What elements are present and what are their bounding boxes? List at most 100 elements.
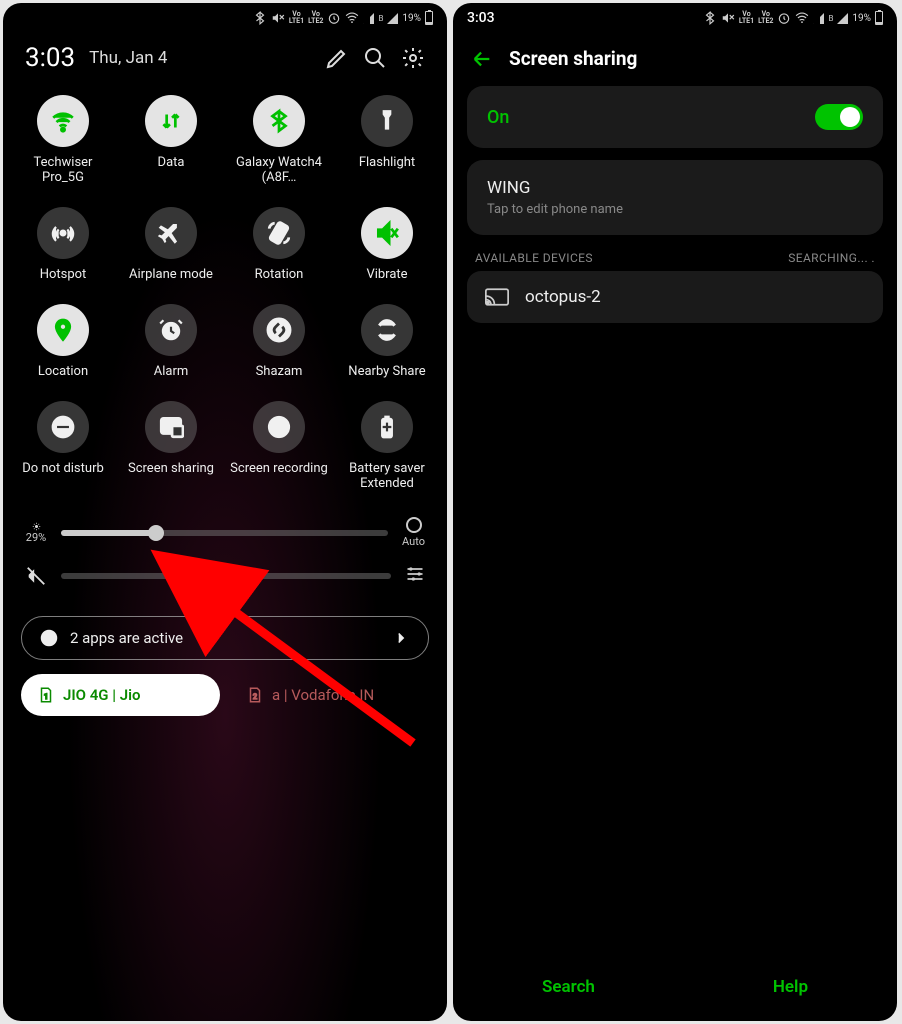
volte2-icon: VoLTE2 [758,11,773,25]
sim2-label: a | Vodafone IN [272,686,374,704]
tile-shazam[interactable]: Shazam [225,304,333,379]
tile-rotation[interactable]: Rotation [225,207,333,282]
record-icon [266,414,292,440]
phone-name: WING [487,178,863,198]
brightness-percent: 29% [26,531,46,544]
alarm-status-icon [327,11,341,25]
tile-label: Screen recording [230,461,328,476]
on-toggle[interactable] [815,104,863,130]
sliders: 29% Auto [3,491,447,608]
flashlight-icon [374,108,400,134]
volte1-icon: VoLTE1 [739,11,754,25]
tile-label: Hotspot [40,267,87,282]
tile-data[interactable]: Data [117,95,225,185]
sim1-label: JIO 4G | Jio [63,686,141,704]
volume-muted-icon [25,565,47,587]
rotation-icon [266,220,292,246]
tile-nearby-share[interactable]: Nearby Share [333,304,441,379]
signal1-icon [813,13,824,24]
battery-percent: 19% [852,13,871,24]
tile-battery-saver[interactable]: Battery saver Extended [333,401,441,491]
active-apps-label: 2 apps are active [70,629,183,647]
search-button[interactable]: Search [542,977,595,997]
on-toggle-panel[interactable]: On [467,86,883,148]
on-label: On [487,107,509,128]
status-bar: 3:03 VoLTE1 VoLTE2 B 19% [453,3,897,29]
tile-vibrate[interactable]: Vibrate [333,207,441,282]
bluetooth-status-icon [253,11,267,25]
tile-hotspot[interactable]: Hotspot [9,207,117,282]
sim1-pill[interactable]: 1 JIO 4G | Jio [21,674,220,716]
back-icon[interactable] [471,48,493,70]
cast-device-icon [485,288,509,306]
wifi-icon [50,108,76,134]
airplane-icon [158,220,184,246]
volte1-icon: VoLTE1 [289,11,304,25]
mute-status-icon [271,11,285,25]
brightness-slider[interactable] [61,530,388,536]
tile-airplane[interactable]: Airplane mode [117,207,225,282]
edit-icon[interactable] [325,46,349,70]
vibrate-icon [374,220,400,246]
device-name: octopus-2 [525,287,601,307]
chevron-right-icon [392,629,410,647]
phone-name-panel[interactable]: WING Tap to edit phone name [467,160,883,235]
bluetooth-status-icon [703,11,717,25]
sim2-icon: 2 [246,686,264,704]
location-icon [50,317,76,343]
bottom-actions: Search Help [453,967,897,1011]
tile-label: Techwiser Pro_5G [12,155,114,185]
tile-flashlight[interactable]: Flashlight [333,95,441,185]
status-bar: VoLTE1 VoLTE2 B 19% [3,3,447,29]
battery-icon [875,11,883,25]
tile-bluetooth[interactable]: Galaxy Watch4 (A8F… [225,95,333,185]
qs-tiles-grid: Techwiser Pro_5G Data Galaxy Watch4 (A8F… [3,85,447,491]
tile-label: Rotation [255,267,304,282]
wifi-status-icon [345,11,359,25]
device-item-octopus[interactable]: octopus-2 [467,271,883,323]
brightness-icon: 29% [25,522,47,544]
screen-sharing-screen: 3:03 VoLTE1 VoLTE2 B 19% Screen sharing … [453,3,897,1021]
signal2-icon [837,13,848,24]
qs-clock: 3:03 [25,43,75,73]
tile-label: Flashlight [359,155,415,170]
equalizer-icon[interactable] [405,564,425,588]
settings-icon[interactable] [401,46,425,70]
tile-screen-recording[interactable]: Screen recording [225,401,333,491]
shazam-icon [266,317,292,343]
signal1-icon [363,13,374,24]
qs-header: 3:03 Thu, Jan 4 [3,29,447,85]
tile-label: Airplane mode [129,267,213,282]
volte2-icon: VoLTE2 [308,11,323,25]
volume-row [25,564,425,588]
qs-date: Thu, Jan 4 [89,48,167,68]
volume-slider[interactable] [61,573,391,579]
sim-b-icon: B [378,14,383,23]
auto-label: Auto [402,535,425,548]
available-devices-label: AVAILABLE DEVICES [475,251,593,265]
battery-icon [425,11,433,25]
battery-saver-icon [374,414,400,440]
sim2-pill[interactable]: 2 a | Vodafone IN [230,674,429,716]
tile-dnd[interactable]: Do not disturb [9,401,117,491]
tile-alarm[interactable]: Alarm [117,304,225,379]
phone-name-subtitle: Tap to edit phone name [487,202,863,217]
tile-screen-sharing[interactable]: Screen sharing [117,401,225,491]
search-icon[interactable] [363,46,387,70]
tile-label: Shazam [256,364,303,379]
screen-sharing-header: Screen sharing [453,29,897,86]
battery-percent: 19% [402,13,421,24]
hotspot-icon [50,220,76,246]
alarm-icon [158,317,184,343]
alarm-status-icon [777,11,791,25]
tile-wifi[interactable]: Techwiser Pro_5G [9,95,117,185]
auto-brightness-toggle[interactable]: Auto [402,517,425,548]
svg-text:1: 1 [44,692,48,701]
tile-label: Location [38,364,88,379]
tile-label: Data [158,155,185,170]
tile-location[interactable]: Location [9,304,117,379]
active-apps-button[interactable]: 2 apps are active [21,616,429,660]
status-icons: VoLTE1 VoLTE2 B 19% [253,11,433,25]
tile-label: Do not disturb [22,461,104,476]
help-button[interactable]: Help [773,977,808,997]
